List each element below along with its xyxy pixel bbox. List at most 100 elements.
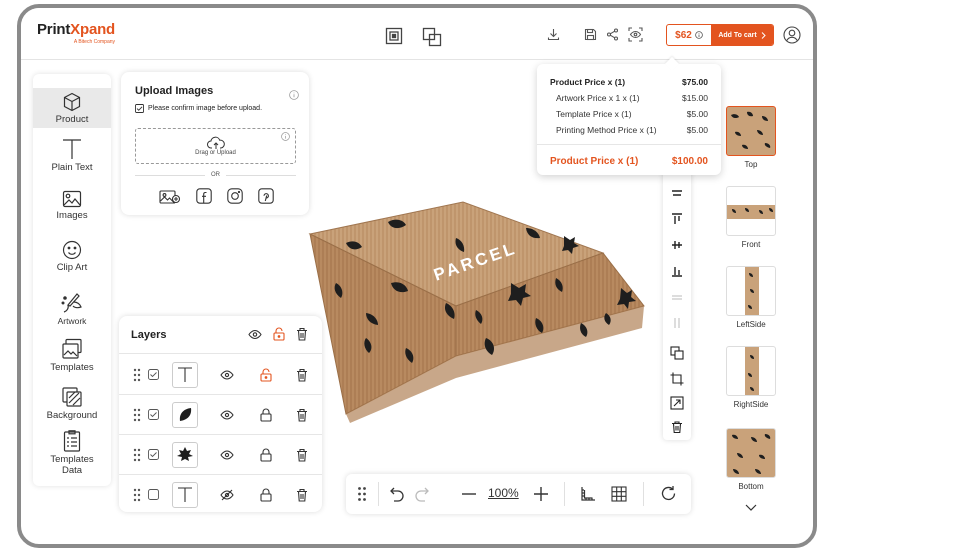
align-bottom-icon[interactable]	[670, 264, 684, 278]
layer-checkbox[interactable]	[148, 369, 159, 380]
logo-tagline: A Bitech Company	[73, 39, 116, 45]
preview-button[interactable]	[628, 27, 643, 42]
view-top[interactable]: Top	[723, 106, 779, 169]
pinterest-icon[interactable]	[258, 188, 274, 204]
tool-artwork[interactable]: Artwork	[33, 292, 111, 326]
lock-icon[interactable]	[273, 327, 285, 341]
tool-background[interactable]: Background	[33, 386, 111, 421]
distribute-h-icon[interactable]	[670, 290, 684, 304]
gallery-icon[interactable]	[159, 188, 181, 206]
unlock-icon[interactable]	[260, 448, 272, 462]
eye-off-icon[interactable]	[220, 489, 234, 501]
delete-icon[interactable]	[670, 420, 684, 434]
views-scroll-down-button[interactable]	[745, 498, 757, 516]
eye-icon[interactable]	[220, 450, 234, 460]
user-avatar-button[interactable]	[783, 26, 801, 44]
layer-checkbox[interactable]	[148, 489, 159, 500]
price-cart-group: $62 Add To cart	[666, 24, 774, 46]
drag-handle-icon[interactable]	[133, 368, 141, 382]
align-middle-icon[interactable]	[670, 238, 684, 252]
crop-icon[interactable]	[670, 372, 684, 386]
zoom-in-icon[interactable]	[534, 487, 548, 501]
trash-icon[interactable]	[296, 327, 308, 341]
view-bottom[interactable]: Bottom	[723, 428, 779, 491]
distribute-v-icon[interactable]	[670, 316, 684, 330]
trash-icon[interactable]	[296, 368, 308, 382]
layer-row[interactable]	[119, 435, 322, 475]
confirm-checkbox[interactable]	[135, 104, 144, 113]
view-front[interactable]: Front	[723, 186, 779, 249]
tool-templates-data[interactable]: Templates Data	[33, 430, 111, 476]
zoom-out-icon[interactable]	[462, 493, 476, 495]
price-row-label: Printing Method Price x (1)	[556, 125, 657, 135]
grid-icon[interactable]	[611, 486, 627, 502]
upload-sources	[159, 188, 274, 206]
zoom-level[interactable]: 100%	[488, 486, 519, 500]
drag-handle-icon[interactable]	[133, 448, 141, 462]
undo-icon[interactable]	[389, 486, 405, 502]
layers-back-icon	[422, 27, 442, 47]
download-button[interactable]	[547, 28, 560, 41]
chevron-right-icon	[761, 31, 766, 39]
upload-info-button[interactable]	[289, 87, 299, 105]
tool-background-label: Background	[46, 410, 98, 421]
drag-handle-icon[interactable]	[357, 486, 367, 502]
instagram-icon[interactable]	[227, 188, 243, 204]
tool-images[interactable]: Images	[33, 190, 111, 221]
image-icon	[62, 190, 82, 208]
cloud-upload-icon	[206, 136, 225, 149]
tool-product[interactable]: Product	[33, 88, 111, 128]
tool-plain-text[interactable]: Plain Text	[33, 138, 111, 173]
price-display[interactable]: $62	[667, 25, 711, 45]
price-row: Artwork Price x 1 x (1) $15.00	[556, 93, 708, 103]
view-right-side[interactable]: RightSide	[723, 346, 779, 409]
eye-icon[interactable]	[248, 329, 262, 340]
align-center-h-icon[interactable]	[670, 186, 684, 200]
facebook-icon[interactable]	[196, 188, 212, 204]
drag-handle-icon[interactable]	[133, 408, 141, 422]
redo-icon[interactable]	[414, 486, 430, 502]
view-left-side[interactable]: LeftSide	[723, 266, 779, 329]
chevron-down-icon	[745, 504, 757, 511]
layer-row[interactable]	[119, 395, 322, 435]
send-back-button[interactable]	[422, 27, 442, 47]
layer-checkbox[interactable]	[148, 409, 159, 420]
text-icon	[63, 139, 81, 159]
layer-row[interactable]	[119, 355, 322, 395]
save-button[interactable]	[584, 28, 597, 41]
drag-upload-zone[interactable]: Drag or Upload	[135, 128, 296, 164]
view-bottom-label: Bottom	[738, 482, 764, 491]
tool-artwork-label: Artwork	[57, 316, 87, 326]
ruler-icon[interactable]	[580, 486, 596, 502]
bring-front-button[interactable]	[385, 27, 403, 45]
price-row-value: $15.00	[682, 93, 708, 103]
drag-handle-icon[interactable]	[133, 488, 141, 502]
unlock-icon[interactable]	[260, 408, 272, 422]
tool-clip-art[interactable]: Clip Art	[33, 240, 111, 273]
text-icon	[178, 367, 192, 382]
price-row-label: Artwork Price x 1 x (1)	[556, 93, 640, 103]
canvas-toolbar: 100%	[346, 474, 691, 514]
add-to-cart-button[interactable]: Add To cart	[711, 25, 773, 45]
layer-checkbox[interactable]	[148, 449, 159, 460]
product-preview-canvas[interactable]: PARCEL	[306, 188, 646, 428]
share-button[interactable]	[606, 28, 619, 41]
layer-thumbnail	[172, 362, 198, 388]
or-divider: OR	[135, 172, 296, 178]
logo: PrintXpand A Bitech Company	[37, 21, 115, 45]
resize-icon[interactable]	[670, 396, 684, 410]
trash-icon[interactable]	[296, 448, 308, 462]
trash-icon[interactable]	[296, 408, 308, 422]
eye-icon[interactable]	[220, 370, 234, 380]
cube-icon	[63, 92, 81, 112]
align-top-icon[interactable]	[670, 212, 684, 226]
layer-row[interactable]	[119, 475, 322, 512]
trash-icon[interactable]	[296, 488, 308, 502]
lock-icon[interactable]	[260, 368, 272, 382]
tool-templates[interactable]: Templates	[33, 338, 111, 373]
eye-icon[interactable]	[220, 410, 234, 420]
preview-icon	[628, 27, 643, 42]
duplicate-icon[interactable]	[670, 346, 684, 360]
unlock-icon[interactable]	[260, 488, 272, 502]
reset-icon[interactable]	[660, 485, 677, 502]
